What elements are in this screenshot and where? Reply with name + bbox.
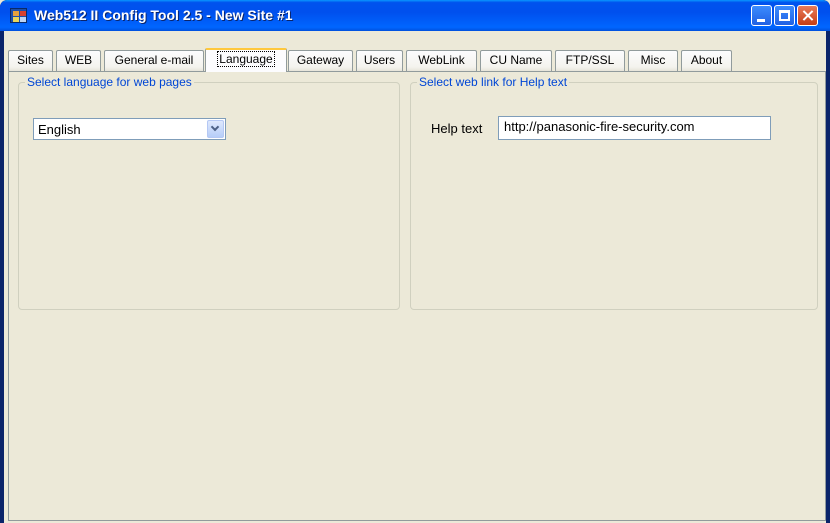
tab-sites[interactable]: Sites [8, 50, 53, 71]
client-area: Sites WEB General e-mail Language Gatewa… [4, 31, 826, 523]
chevron-down-icon [210, 122, 220, 132]
language-select-value: English [38, 122, 81, 137]
tab-ftp-ssl[interactable]: FTP/SSL [555, 50, 625, 71]
tab-users[interactable]: Users [356, 50, 403, 71]
title-bar[interactable]: Web512 II Config Tool 2.5 - New Site #1 [0, 0, 830, 31]
weblink-group-title: Select web link for Help text [417, 75, 570, 89]
tab-general-email[interactable]: General e-mail [104, 50, 204, 71]
dropdown-button[interactable] [207, 120, 224, 138]
tab-web[interactable]: WEB [56, 50, 101, 71]
window-title: Web512 II Config Tool 2.5 - New Site #1 [34, 7, 293, 23]
tab-about[interactable]: About [681, 50, 732, 71]
help-text-label: Help text [431, 121, 483, 136]
minimize-icon [757, 19, 765, 22]
app-window: Web512 II Config Tool 2.5 - New Site #1 … [0, 0, 830, 523]
minimize-button[interactable] [751, 5, 772, 26]
language-groupbox: Select language for web pages English [18, 75, 400, 310]
app-icon[interactable] [10, 8, 27, 23]
tab-language[interactable]: Language [205, 48, 287, 72]
tab-misc[interactable]: Misc [628, 50, 678, 71]
language-group-title: Select language for web pages [25, 75, 194, 89]
tab-page-language: Select language for web pages English Se… [8, 71, 826, 521]
help-url-input[interactable]: http://panasonic-fire-security.com [498, 116, 771, 140]
tab-cu-name[interactable]: CU Name [480, 50, 552, 71]
maximize-icon [779, 10, 790, 21]
close-button[interactable] [797, 5, 818, 26]
maximize-button[interactable] [774, 5, 795, 26]
language-select[interactable]: English [33, 118, 226, 140]
tab-weblink[interactable]: WebLink [406, 50, 477, 71]
tab-gateway[interactable]: Gateway [288, 50, 353, 71]
weblink-groupbox: Select web link for Help text Help text … [410, 75, 818, 310]
